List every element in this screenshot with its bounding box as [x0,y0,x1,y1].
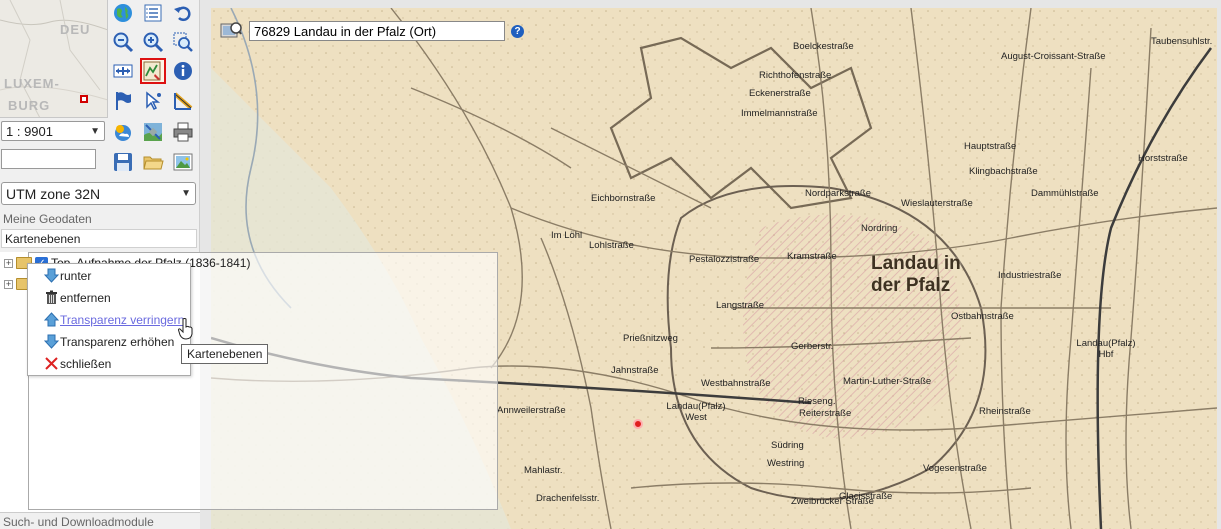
map-label: Eichbornstraße [591,193,656,204]
layers-header: Kartenebenen [1,229,197,248]
info-icon[interactable] [170,58,196,84]
place-search-input[interactable] [249,21,505,41]
map-label: Boelckestraße [793,41,854,52]
map-label: Prießnitzweg [623,333,678,344]
overview-viewport-marker[interactable] [80,95,88,103]
weather-icon[interactable] [110,119,136,145]
globe-icon[interactable] [110,0,136,26]
map-label: Vogesenstraße [923,463,987,474]
open-folder-icon[interactable] [140,149,166,175]
map-label: Eckenerstraße [749,88,811,99]
map-label: Pestalozzistraße [689,254,760,265]
menu-item-increase-transparency[interactable]: Transparenz erhöhen [44,334,174,349]
legend-icon[interactable] [140,58,166,84]
arrow-up-icon [44,312,59,327]
measure-icon[interactable] [170,88,196,114]
crs-select[interactable]: UTM zone 32N ▼ [1,182,196,205]
map-label: Westring [767,458,805,469]
search-download-module-header[interactable]: Such- und Downloadmodule [0,512,200,529]
trash-icon [46,290,57,304]
map-label: Glacisstraße [839,491,893,502]
map-label: Landau(Pfalz) Hbf [1076,338,1136,360]
place-search-bar: ? [219,20,524,42]
map-label: Rheinstraße [979,406,1031,417]
overview-map[interactable]: DEU LUXEM- BURG [0,0,108,118]
map-label: Immelmannstraße [741,108,818,119]
zoom-box-icon[interactable] [170,29,196,55]
undo-icon[interactable] [170,0,196,26]
scale-value: 1 : 9901 [6,123,53,139]
map-label: Klingbachstraße [969,166,1038,177]
map-label: Rieseng. [798,396,836,407]
menu-item-remove[interactable]: entfernen [44,290,111,305]
layer-list-icon[interactable] [140,0,166,26]
menu-item-down[interactable]: runter [44,268,91,283]
overview-label-burg: BURG [8,98,51,113]
menu-item-close[interactable]: schließen [44,356,111,371]
city-label: Landau in der Pfalz [871,253,961,296]
map-label: Jahnstraße [611,365,659,376]
arrow-down-icon [44,334,59,349]
arrow-down-icon [44,268,59,283]
close-icon [45,357,58,370]
map-label: Richthofenstraße [759,70,832,81]
place-search-icon[interactable] [219,20,243,42]
hand-cursor-icon [178,318,193,340]
my-geodata-header[interactable]: Meine Geodaten [3,212,92,226]
menu-item-label: schließen [60,356,112,371]
menu-item-label: entfernen [60,290,111,305]
expand-icon[interactable]: + [4,258,13,268]
map-label: Drachenfelsstr. [536,493,600,504]
coordinate-input[interactable] [1,149,96,169]
map-label: Reiterstraße [799,408,852,419]
pan-icon[interactable] [110,58,136,84]
zoom-in-icon[interactable] [140,29,166,55]
chevron-down-icon: ▼ [90,125,100,137]
map-label: Dammühlstraße [1031,188,1099,199]
toolbar [108,0,200,178]
select-arrow-icon[interactable] [140,88,166,114]
map-label: Martin-Luther-Straße [843,376,932,387]
map-label: Landau(Pfalz) West [666,401,726,423]
overview-label-lux: LUXEM- [4,76,60,91]
expand-icon[interactable]: + [4,279,13,289]
map-label: Wieslauterstraße [901,198,973,209]
menu-item-label: Transparenz verringern [60,312,185,327]
map-label: Kramstraße [787,251,837,262]
tooltip: Kartenebenen [181,344,269,364]
map-label: Südring [771,440,804,451]
flag-icon[interactable] [110,88,136,114]
map-label: Horststraße [1138,153,1188,164]
map-label: Westbahnstraße [701,378,771,389]
menu-item-label: runter [60,268,92,283]
map-label: Ostbahnstraße [951,311,1014,322]
map-label: Taubensuhlstr. [1151,36,1213,47]
map-label: Mahlastr. [524,465,563,476]
menu-item-decrease-transparency[interactable]: Transparenz verringern [44,312,184,327]
overview-label-de: DEU [60,22,91,37]
map-label: August-Croissant-Straße [1001,51,1106,62]
image-export-icon[interactable] [170,149,196,175]
help-icon[interactable]: ? [511,24,524,38]
map-label: Gerberstr. [791,341,834,352]
map-label: Im Löhl [551,230,583,241]
zoom-out-icon[interactable] [110,29,136,55]
scale-select[interactable]: 1 : 9901 ▼ [1,121,105,141]
save-icon[interactable] [110,149,136,175]
map-label: Nordparkstraße [805,188,871,199]
layer-context-menu: runter entfernen Transparenz verringern … [27,263,191,376]
crs-value: UTM zone 32N [6,185,101,202]
map-label: Langstraße [716,300,765,311]
satellite-icon[interactable] [140,119,166,145]
map-label: Industriestraße [998,270,1062,281]
chevron-down-icon: ▼ [181,188,191,199]
map-label: Lohlstraße [589,240,634,251]
menu-item-label: Transparenz erhöhen [60,334,175,349]
location-marker[interactable] [633,419,643,429]
print-icon[interactable] [170,119,196,145]
map-label: Annweilerstraße [497,405,566,416]
map-label: Nordring [861,223,898,234]
map-label: Hauptstraße [964,141,1017,152]
